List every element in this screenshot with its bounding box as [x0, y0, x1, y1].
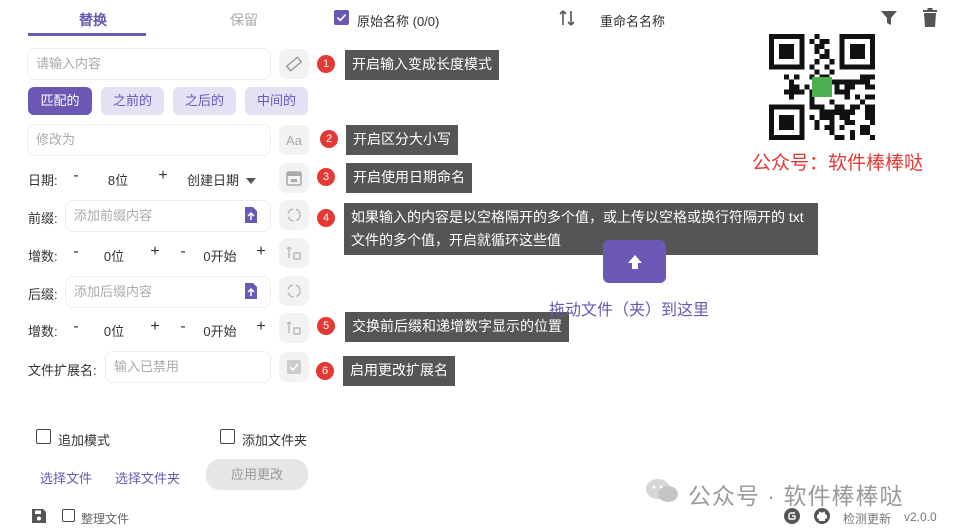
increment-start-minus[interactable]: - [175, 243, 191, 261]
increment-start-plus[interactable]: + [253, 318, 269, 336]
ruler-icon [285, 56, 303, 72]
trash-icon[interactable] [922, 8, 938, 27]
version-label: v2.0.0 [904, 510, 937, 524]
increment-start-plus[interactable]: + [253, 243, 269, 261]
github-icon[interactable] [814, 508, 830, 524]
arrow-up-icon [627, 254, 642, 269]
watermark-text: 公众号 · 软件棒棒哒 [688, 483, 904, 509]
increment-start-minus[interactable]: - [175, 318, 191, 336]
prefix-label: 前缀: [28, 211, 58, 226]
original-name-checkbox[interactable] [334, 10, 349, 25]
suffix-input[interactable]: 添加后缀内容 [65, 276, 271, 308]
drop-zone-text: 拖动文件（夹）到这里 [549, 302, 710, 319]
tip-badge: 6 [316, 362, 334, 380]
tip-length-mode: 开启输入变成长度模式 [345, 50, 499, 80]
checkbox-icon [287, 360, 301, 374]
extension-label: 文件扩展名: [28, 363, 97, 378]
tip-swap-position: 交换前后缀和递增数字显示的位置 [345, 312, 569, 342]
increment-label: 增数: [28, 249, 58, 264]
increment-start-value: 0开始 [203, 249, 237, 264]
tip-badge: 3 [317, 168, 335, 186]
rename-name-header: 重命名名称 [600, 14, 666, 29]
date-type-select[interactable]: 创建日期 [187, 170, 239, 189]
apply-changes-button[interactable]: 应用更改 [206, 459, 308, 490]
calendar-icon [286, 171, 302, 186]
tip-badge: 1 [317, 55, 335, 73]
date-naming-button[interactable] [279, 163, 309, 193]
check-icon [336, 14, 347, 22]
date-minus-button[interactable]: - [68, 167, 84, 185]
save-icon[interactable] [32, 509, 46, 523]
increment-digits-plus[interactable]: + [147, 318, 163, 336]
tip-badge: 2 [320, 130, 338, 148]
sort-icon[interactable] [557, 8, 577, 28]
case-icon: Aa [286, 132, 302, 148]
cycle-values-button[interactable] [279, 276, 309, 306]
app-window: 替换 保留 原始名称 (0/0) 重命名名称 请输入内容 匹配的 之前的 之后的… [0, 0, 959, 530]
enable-extension-button[interactable] [279, 352, 309, 382]
swap-position-button[interactable] [279, 313, 309, 343]
tip-change-extension: 启用更改扩展名 [343, 356, 455, 386]
swap-icon [286, 246, 301, 260]
swap-icon [286, 321, 301, 335]
increment-start-value: 0开始 [203, 324, 237, 339]
check-update-link[interactable]: 检测更新 [843, 510, 891, 527]
mode-after[interactable]: 之后的 [173, 87, 236, 115]
append-mode-checkbox[interactable] [36, 429, 51, 444]
qr-caption: 公众号：软件棒棒哒 [752, 153, 924, 174]
upload-file-icon[interactable] [244, 207, 258, 223]
swap-position-button[interactable] [279, 238, 309, 268]
cycle-values-button[interactable] [279, 200, 309, 230]
date-label: 日期: [28, 173, 58, 188]
prefix-input[interactable]: 添加前缀内容 [65, 200, 271, 232]
tip-date-naming: 开启使用日期命名 [346, 163, 472, 193]
suffix-label: 后缀: [28, 287, 58, 302]
length-mode-button[interactable] [279, 49, 309, 79]
tab-underline [28, 33, 146, 36]
cycle-icon [287, 208, 301, 222]
extension-input[interactable]: 输入已禁用 [105, 351, 271, 383]
tip-cycle-values: 如果输入的内容是以空格隔开的多个值，或上传以空格或换行符隔开的 txt 文件的多… [344, 203, 818, 255]
increment-digits-value: 0位 [103, 324, 125, 339]
chevron-down-icon[interactable] [246, 173, 256, 188]
filter-icon[interactable] [880, 9, 898, 27]
cycle-icon [287, 284, 301, 298]
increment-digits-minus[interactable]: - [68, 243, 84, 261]
case-sensitive-button[interactable]: Aa [279, 125, 309, 155]
replace-input[interactable]: 修改为 [27, 124, 271, 156]
mode-between[interactable]: 中间的 [245, 87, 308, 115]
search-input[interactable]: 请输入内容 [27, 48, 271, 80]
tab-replace[interactable]: 替换 [48, 10, 138, 30]
organize-files-label: 整理文件 [81, 512, 130, 526]
increment-label: 增数: [28, 324, 58, 339]
add-folder-checkbox[interactable] [220, 429, 235, 444]
wechat-icon [644, 477, 680, 505]
increment-digits-value: 0位 [103, 249, 125, 264]
mode-match[interactable]: 匹配的 [28, 87, 92, 115]
select-files-button[interactable]: 选择文件 [40, 468, 92, 487]
tip-case-sensitive: 开启区分大小写 [346, 125, 458, 155]
add-folder-label: 添加文件夹 [242, 433, 308, 448]
upload-file-icon[interactable] [244, 283, 258, 299]
append-mode-label: 追加模式 [58, 433, 111, 448]
gitee-icon[interactable] [784, 508, 800, 524]
original-name-header: 原始名称 (0/0) [357, 14, 440, 29]
qr-code [769, 34, 875, 140]
tip-badge: 5 [317, 317, 335, 335]
tip-badge: 4 [317, 209, 335, 227]
date-plus-button[interactable]: + [155, 167, 171, 185]
mode-before[interactable]: 之前的 [101, 87, 164, 115]
increment-digits-plus[interactable]: + [147, 243, 163, 261]
upload-button[interactable] [603, 240, 666, 283]
date-digits-value: 8位 [107, 173, 129, 188]
tab-keep[interactable]: 保留 [199, 10, 289, 30]
increment-digits-minus[interactable]: - [68, 318, 84, 336]
organize-files-checkbox[interactable] [62, 509, 75, 522]
select-folder-button[interactable]: 选择文件夹 [115, 468, 180, 487]
